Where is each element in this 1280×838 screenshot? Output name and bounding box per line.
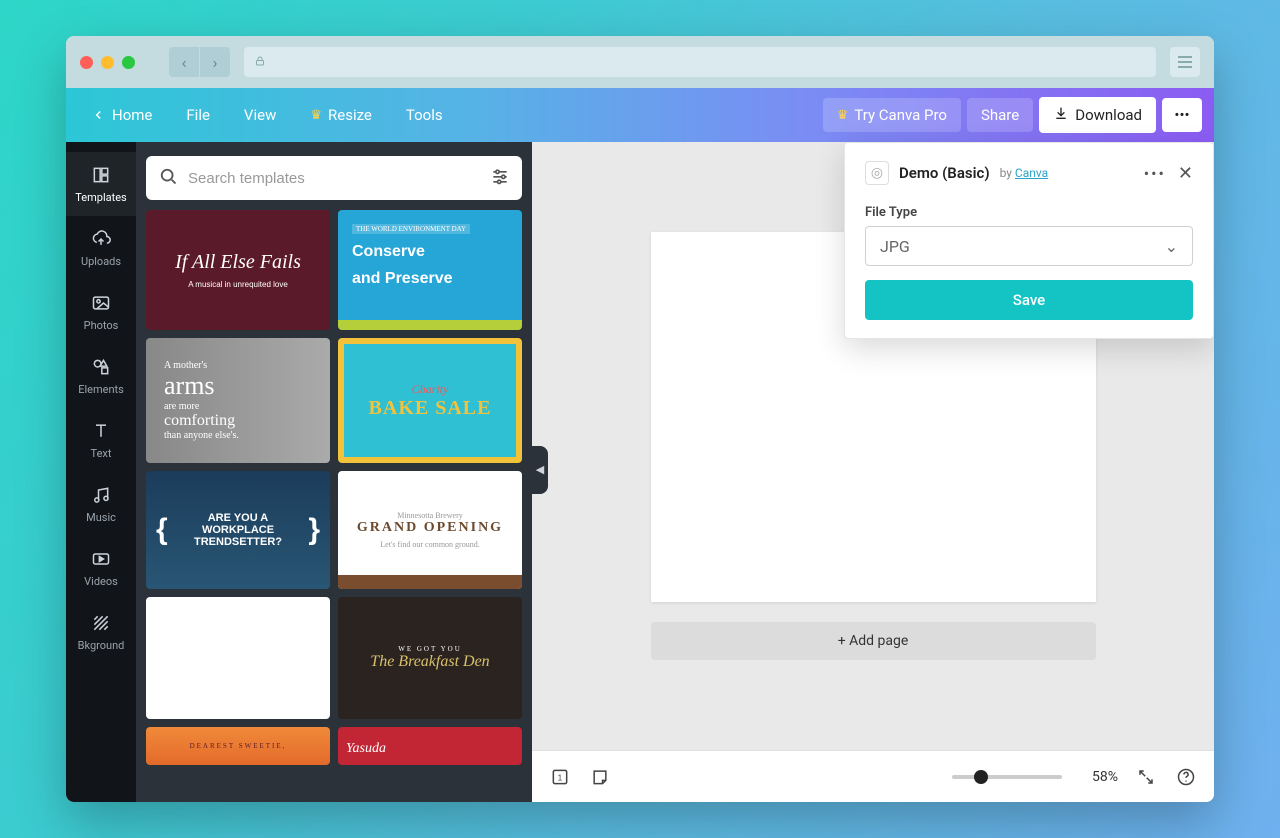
svg-text:1: 1 — [558, 772, 563, 782]
crown-icon: ♛ — [837, 108, 849, 123]
background-icon — [90, 612, 112, 634]
search-bar — [146, 156, 522, 200]
app-logo-icon: ◎ — [865, 161, 889, 185]
side-rail: Templates Uploads Photos Elements Text M… — [66, 142, 136, 802]
templates-panel: If All Else FailsA musical in unrequited… — [136, 142, 532, 802]
close-window-icon[interactable] — [80, 56, 93, 69]
template-item[interactable] — [146, 597, 330, 719]
app-body: Templates Uploads Photos Elements Text M… — [66, 142, 1214, 802]
window-controls — [80, 56, 135, 69]
templates-grid: If All Else FailsA musical in unrequited… — [146, 210, 522, 788]
zoom-thumb[interactable] — [974, 770, 988, 784]
download-button[interactable]: Download — [1039, 97, 1156, 133]
file-menu[interactable]: File — [172, 98, 224, 132]
file-type-select[interactable]: JPG ⌄ — [865, 226, 1193, 266]
status-bar: 1 58% — [532, 750, 1214, 802]
template-item[interactable]: A mother'sarmsare morecomfortingthan any… — [146, 338, 330, 463]
rail-photos[interactable]: Photos — [66, 280, 136, 344]
more-button[interactable]: ••• — [1162, 98, 1202, 132]
rail-uploads[interactable]: Uploads — [66, 216, 136, 280]
popover-title: Demo (Basic) — [899, 164, 990, 182]
browser-menu-button[interactable] — [1170, 47, 1200, 77]
chevron-down-icon: ⌄ — [1165, 237, 1178, 256]
minimize-window-icon[interactable] — [101, 56, 114, 69]
home-label: Home — [112, 106, 152, 124]
template-item[interactable]: { ARE YOU A WORKPLACETRENDSETTER? } — [146, 471, 330, 589]
popover-byline: by Canva — [1000, 166, 1049, 180]
nav-forward-button[interactable]: › — [200, 47, 230, 77]
export-popover: ◎ Demo (Basic) by Canva ••• ✕ File Type … — [844, 142, 1214, 339]
help-button[interactable] — [1174, 765, 1198, 789]
add-page-button[interactable]: + Add page — [651, 622, 1096, 660]
app-window: ‹ › Home File View ♛ Resize Tools ♛ Try … — [66, 36, 1214, 802]
template-item[interactable]: THE WORLD ENVIRONMENT DAY Conserve and P… — [338, 210, 522, 330]
search-icon — [158, 166, 178, 190]
videos-icon — [90, 548, 112, 570]
zoom-slider[interactable] — [952, 775, 1062, 779]
maximize-window-icon[interactable] — [122, 56, 135, 69]
more-icon: ••• — [1174, 106, 1189, 124]
rail-text[interactable]: Text — [66, 408, 136, 472]
canvas-area: + Add page 1 58% ◎ Demo (Basic) by Canv — [532, 142, 1214, 802]
nav-buttons: ‹ › — [169, 47, 230, 77]
source-link[interactable]: Canva — [1015, 166, 1048, 180]
zoom-label: 58% — [1078, 769, 1118, 785]
save-button[interactable]: Save — [865, 280, 1193, 320]
address-bar[interactable] — [244, 47, 1156, 77]
uploads-icon — [90, 228, 112, 250]
text-icon — [90, 420, 112, 442]
nav-back-button[interactable]: ‹ — [169, 47, 199, 77]
download-icon — [1053, 105, 1069, 125]
music-icon — [90, 484, 112, 506]
resize-menu[interactable]: ♛ Resize — [296, 98, 386, 132]
template-item[interactable]: If All Else FailsA musical in unrequited… — [146, 210, 330, 330]
app-toolbar: Home File View ♛ Resize Tools ♛ Try Canv… — [66, 88, 1214, 142]
collapse-panel-button[interactable]: ◀ — [532, 446, 548, 494]
template-item[interactable]: CharityBAKE SALE — [338, 338, 522, 463]
template-item[interactable]: Minnesotta BreweryGRAND OPENINGLet's fin… — [338, 471, 522, 589]
browser-chrome: ‹ › — [66, 36, 1214, 88]
template-item[interactable]: DEAREST SWEETIE, — [146, 727, 330, 765]
rail-elements[interactable]: Elements — [66, 344, 136, 408]
template-item[interactable]: WE GOT YOUThe Breakfast Den — [338, 597, 522, 719]
grid-view-button[interactable]: 1 — [548, 765, 572, 789]
popover-more-button[interactable]: ••• — [1144, 164, 1166, 183]
share-button[interactable]: Share — [967, 98, 1033, 132]
crown-icon: ♛ — [310, 108, 322, 123]
notes-button[interactable] — [588, 765, 612, 789]
elements-icon — [90, 356, 112, 378]
view-menu[interactable]: View — [230, 98, 290, 132]
popover-close-button[interactable]: ✕ — [1178, 163, 1193, 184]
fullscreen-button[interactable] — [1134, 765, 1158, 789]
photos-icon — [90, 292, 112, 314]
search-input[interactable] — [188, 170, 480, 187]
lock-icon — [254, 55, 266, 70]
tools-menu[interactable]: Tools — [392, 98, 457, 132]
file-type-label: File Type — [865, 205, 1193, 220]
template-item[interactable]: Yasuda — [338, 727, 522, 765]
rail-videos[interactable]: Videos — [66, 536, 136, 600]
rail-templates[interactable]: Templates — [66, 152, 136, 216]
filter-icon[interactable] — [490, 166, 510, 190]
rail-background[interactable]: Bkground — [66, 600, 136, 664]
templates-icon — [90, 164, 112, 186]
home-button[interactable]: Home — [78, 98, 166, 132]
rail-music[interactable]: Music — [66, 472, 136, 536]
try-pro-button[interactable]: ♛ Try Canva Pro — [823, 98, 961, 132]
